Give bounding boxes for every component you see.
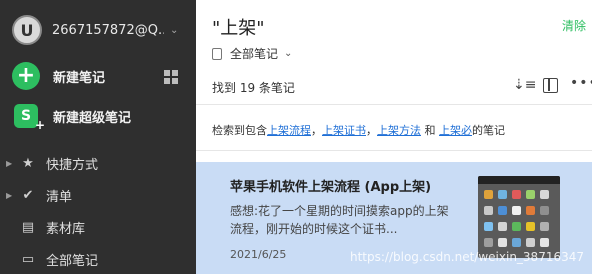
- account-switcher[interactable]: U 2667157872@Q... ⌄: [12, 14, 190, 46]
- divider: [196, 104, 592, 105]
- note-date: 2021/6/25: [230, 248, 287, 261]
- search-summary: 检索到包含上架流程，上架证书，上架方法 和 上架必的笔记: [212, 124, 505, 137]
- avatar[interactable]: U: [12, 15, 42, 45]
- sidebar-item-shortcuts[interactable]: ▶ ★ 快捷方式: [6, 151, 190, 175]
- expand-caret-icon[interactable]: ▶: [6, 159, 16, 168]
- check-circle-icon: ✔: [22, 187, 34, 203]
- new-note-button[interactable]: + 新建笔记: [12, 62, 184, 90]
- clear-search-button[interactable]: 清除: [562, 17, 586, 34]
- page-title: "上架": [212, 18, 265, 39]
- notebook-selector-label: 全部笔记: [230, 47, 279, 61]
- chevron-down-icon[interactable]: ⌄: [170, 25, 178, 36]
- watermark-text: https://blog.csdn.net/weixin_38716347: [349, 250, 584, 264]
- sidebar-item-label: 全部笔记: [46, 253, 99, 269]
- sidebar-item-label: 清单: [46, 189, 73, 205]
- library-icon: ▤: [21, 219, 35, 235]
- note-list-panel: "上架" 清除 全部笔记 ⌄ 找到 19 条笔记 ⇣≡ ••• 检索到包含上架流…: [196, 0, 592, 274]
- star-icon: ★: [22, 155, 34, 171]
- grid-icon[interactable]: [164, 70, 178, 84]
- keyword-link[interactable]: 上架证书: [322, 124, 366, 137]
- notebook-selector[interactable]: 全部笔记 ⌄: [212, 45, 292, 62]
- new-super-note-button[interactable]: S + 新建超级笔记: [14, 102, 186, 132]
- sidebar-item-label: 素材库: [46, 221, 86, 237]
- divider: [196, 150, 592, 151]
- chevron-down-icon: ⌄: [284, 48, 293, 59]
- keyword-link[interactable]: 上架流程: [267, 124, 311, 137]
- result-count: 找到 19 条笔记: [212, 81, 295, 95]
- sidebar-item-library[interactable]: ▤ 素材库: [6, 215, 190, 239]
- new-super-note-label: 新建超级笔记: [53, 110, 132, 126]
- sidebar-item-label: 快捷方式: [46, 157, 99, 173]
- notebook-icon: [212, 47, 222, 60]
- note-list-item[interactable]: 苹果手机软件上架流程 (App上架) 感想:花了一个星期的时间摸索app的上架流…: [196, 162, 592, 274]
- new-note-label: 新建笔记: [53, 70, 106, 86]
- expand-caret-icon[interactable]: ▶: [6, 191, 16, 200]
- super-note-icon: S +: [14, 104, 45, 132]
- sidebar-item-checklist[interactable]: ▶ ✔ 清单: [6, 183, 190, 207]
- note-snippet: 感想:花了一个星期的时间摸索app的上架流程，刚开始的时候这个证书...: [230, 204, 449, 236]
- sidebar: U 2667157872@Q... ⌄ + 新建笔记 S + 新建超级笔记 ▶ ★…: [0, 0, 196, 274]
- account-name: 2667157872@Q...: [52, 22, 164, 38]
- note-icon: ▭: [21, 251, 35, 267]
- keyword-link[interactable]: 上架方法: [377, 124, 421, 137]
- plus-icon: +: [12, 62, 40, 90]
- sidebar-item-all-notes[interactable]: ▭ 全部笔记: [6, 247, 190, 271]
- note-thumbnail: [478, 176, 560, 258]
- keyword-link[interactable]: 上架必: [439, 124, 472, 137]
- note-title: 苹果手机软件上架流程 (App上架): [230, 180, 432, 195]
- sort-icon[interactable]: ⇣≡: [513, 77, 536, 93]
- more-icon[interactable]: •••: [570, 75, 592, 91]
- view-options-icon[interactable]: [543, 78, 558, 93]
